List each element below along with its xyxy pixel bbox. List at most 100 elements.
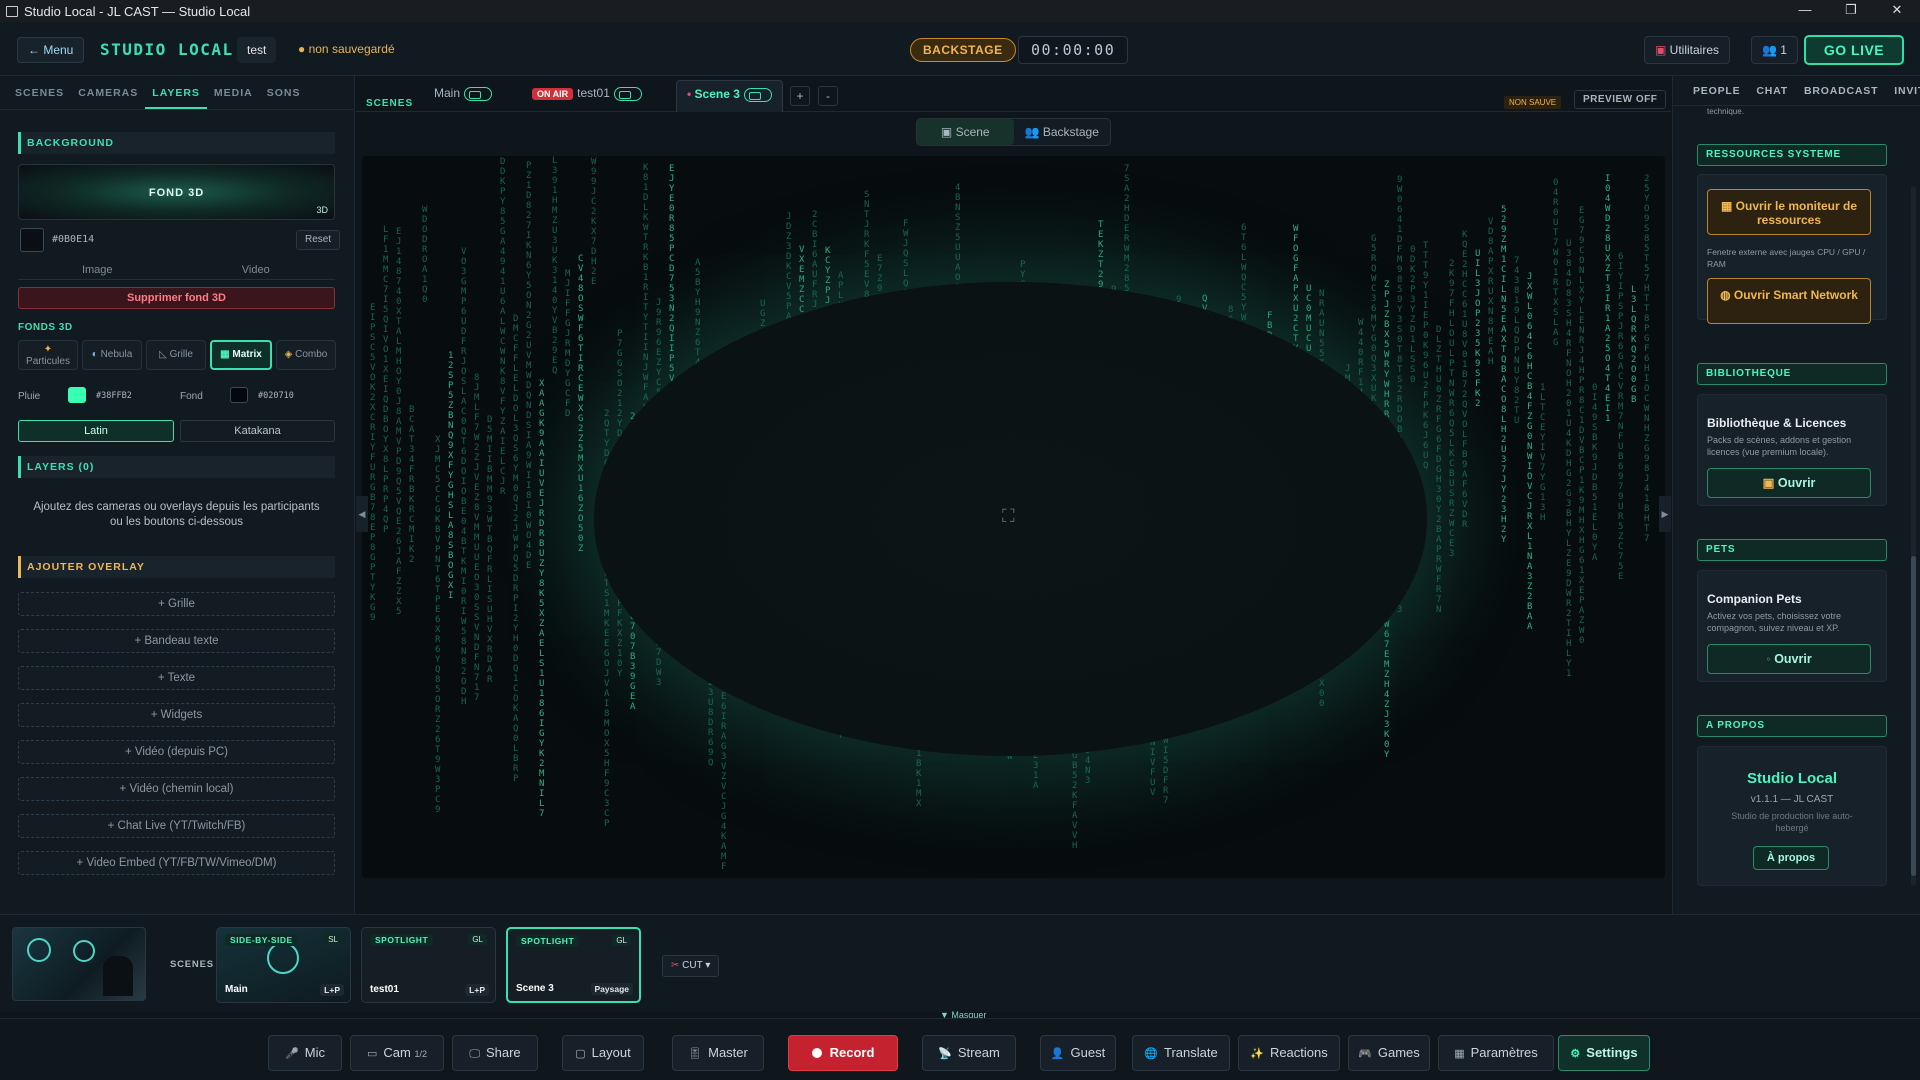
cam-button[interactable]: ▭ Cam 1/2	[350, 1035, 444, 1071]
participants-button[interactable]: 👥 1	[1751, 36, 1798, 64]
scene-view-button[interactable]: ▣ Scene	[917, 119, 1014, 145]
matrix-rain-column: KQE2HCC61U8V01B72QVOLFB9AF6VDR	[1462, 230, 1468, 530]
maximize-icon[interactable]: ❐	[1828, 0, 1874, 22]
background-color-swatch[interactable]	[20, 228, 44, 252]
reactions-button[interactable]: ✨ Reactions	[1238, 1035, 1340, 1071]
scene-preview-canvas[interactable]: 25YO9S85T57HTT8PGF6HIOCWNHZG98J41BHT7 L3L…	[362, 156, 1665, 878]
camera-thumbnail[interactable]	[12, 927, 146, 1001]
scene-thumb-scene3[interactable]: SPOTLIGHT GL Scene 3 Paysage	[506, 927, 641, 1003]
matrix-rain-column: LF1MMC7I5QIVO1XEIQDBOYX8LPRP4QP	[383, 225, 389, 535]
matrix-rain-column: 25YO9S85T57HTT8PGF6HIOCWNHZG98J41BHT7	[1644, 174, 1650, 544]
scene-tab-main[interactable]: Main	[434, 86, 493, 101]
stream-button[interactable]: 📡 Stream	[922, 1035, 1016, 1071]
right-scrollbar-thumb[interactable]	[1911, 556, 1916, 876]
transition-select[interactable]: ✂ CUT ▾	[662, 955, 720, 977]
tab-invit[interactable]: INVIT	[1886, 76, 1920, 105]
remove-scene-button[interactable]: -	[818, 86, 838, 106]
scene-tab-scene3[interactable]: • Scene 3	[676, 80, 783, 112]
go-live-button[interactable]: GO LIVE	[1804, 35, 1904, 65]
tab-chat[interactable]: CHAT	[1748, 76, 1796, 105]
background-preview-label: FOND 3D	[148, 187, 205, 199]
scene-tab-test01[interactable]: ON AIR test01	[532, 86, 642, 101]
right-arrow-icon[interactable]: ▶	[1659, 496, 1671, 532]
pets-open-button[interactable]: ◦ Ouvrir	[1707, 644, 1871, 674]
open-smart-network-button[interactable]: ◍ Ouvrir Smart Network	[1707, 278, 1871, 324]
add-bandeau-button[interactable]: + Bandeau texte	[18, 629, 335, 653]
scene-thumb-test01[interactable]: SPOTLIGHT GL test01 L+P	[361, 927, 496, 1003]
video-source-tab[interactable]: Video	[176, 260, 335, 280]
scene-thumb-main[interactable]: SIDE-BY-SIDE SL Main L+P	[216, 927, 351, 1003]
globe-icon: ◍	[1720, 288, 1734, 302]
add-video-pc-button[interactable]: + Vidéo (depuis PC)	[18, 740, 335, 764]
matrix-rain-column: DMCFFLELDOL3QS6YM0QJ2JWPQ5DRPI2YH0DQ1COK…	[513, 314, 519, 784]
scene-view-label: Scene	[955, 125, 990, 139]
record-button[interactable]: Record	[788, 1035, 898, 1071]
tab-layers[interactable]: LAYERS	[145, 76, 207, 109]
add-scene-button[interactable]: +	[790, 86, 810, 106]
add-widgets-button[interactable]: + Widgets	[18, 703, 335, 727]
fond-color-swatch[interactable]	[230, 387, 248, 403]
record-label: Record	[829, 1045, 875, 1060]
participants-count: 1	[1780, 43, 1787, 57]
backstage-view-button[interactable]: 👥 Backstage	[1014, 119, 1111, 145]
add-video-local-button[interactable]: + Vidéo (chemin local)	[18, 777, 335, 801]
add-chat-live-button[interactable]: + Chat Live (YT/Twitch/FB)	[18, 814, 335, 838]
matrix-rain-column: VD8APXRUXN8MEAH	[1488, 217, 1494, 367]
minimize-icon[interactable]: —	[1782, 0, 1828, 22]
add-texte-button[interactable]: + Texte	[18, 666, 335, 690]
fond-combo-button[interactable]: ◈ Combo	[276, 340, 336, 370]
settings-button[interactable]: ⚙ Settings	[1558, 1035, 1650, 1071]
guest-button[interactable]: 👤 Guest	[1040, 1035, 1116, 1071]
tab-media[interactable]: MEDIA	[207, 76, 260, 109]
rain-color-swatch[interactable]	[68, 387, 86, 403]
reset-button[interactable]: Reset	[296, 230, 341, 250]
utilities-button[interactable]: ▣ Utilitaires	[1644, 36, 1731, 64]
tab-sons[interactable]: SONS	[260, 76, 308, 109]
preview-off-button[interactable]: PREVIEW OFF	[1574, 90, 1667, 109]
parametres-button[interactable]: ▦ Paramètres	[1438, 1035, 1554, 1071]
close-icon[interactable]: ✕	[1874, 0, 1920, 22]
matrix-rain-column: 6IYIPSPJR6GACVRM7NFUB6979UR5ZC75E	[1618, 252, 1624, 582]
backstage-badge[interactable]: BACKSTAGE	[910, 38, 1016, 62]
background-source-toggle: Image Video	[18, 260, 335, 280]
mic-button[interactable]: 🎤 Mic	[268, 1035, 342, 1071]
add-video-embed-button[interactable]: + Video Embed (YT/FB/TW/Vimeo/DM)	[18, 851, 335, 875]
master-button[interactable]: 🎚 Master	[672, 1035, 764, 1071]
fond-grille-button[interactable]: ◺ Grille	[146, 340, 206, 370]
fond-particules-button[interactable]: ✦ Particules	[18, 340, 78, 370]
menu-button[interactable]: ← Menu	[17, 37, 85, 63]
latin-button[interactable]: Latin	[18, 420, 174, 442]
matrix-rain-column: 0DK2P3YZD1LSS0	[1410, 245, 1416, 385]
center-stage: SCENES Main ON AIR test01 • Scene 3 + - N…	[356, 76, 1671, 914]
tab-cameras[interactable]: CAMERAS	[71, 76, 145, 109]
share-label: Share	[485, 1045, 521, 1060]
fond-nebula-button[interactable]: ◐ Nebula	[82, 340, 142, 370]
about-button[interactable]: À propos	[1753, 846, 1829, 870]
sparkle-icon: ✦	[43, 344, 53, 355]
matrix-rain-column: DDKPY85GA4941U6ALWCWNK8VFYZAIELCJR	[500, 157, 506, 497]
project-name[interactable]: test	[237, 37, 277, 63]
image-source-tab[interactable]: Image	[18, 260, 177, 280]
games-button[interactable]: 🎮 Games	[1348, 1035, 1430, 1071]
tab-broadcast[interactable]: BROADCAST	[1796, 76, 1886, 105]
app-icon	[6, 5, 18, 17]
translate-button[interactable]: 🌐 Translate	[1132, 1035, 1230, 1071]
background-preview[interactable]: FOND 3D 3D	[18, 164, 335, 220]
camera-toggle-icon[interactable]	[613, 86, 642, 101]
camera-toggle-icon[interactable]	[464, 86, 493, 101]
fond-color-label: Fond	[180, 391, 203, 402]
pets-description: Activez vos pets, choisissez votre compa…	[1707, 611, 1842, 633]
open-monitor-button[interactable]: ▦ Ouvrir le moniteur de ressources	[1707, 189, 1871, 235]
tab-scenes[interactable]: SCENES	[8, 76, 71, 109]
tab-people[interactable]: PEOPLE	[1685, 76, 1748, 105]
add-grille-button[interactable]: + Grille	[18, 592, 335, 616]
fond-matrix-button[interactable]: ▦ Matrix	[210, 340, 272, 370]
delete-3d-background-button[interactable]: Supprimer fond 3D	[18, 287, 335, 309]
library-open-button[interactable]: ▣ Ouvrir	[1707, 468, 1871, 498]
about-title: Studio Local	[1747, 770, 1837, 787]
layout-button[interactable]: ▢ Layout	[562, 1035, 644, 1071]
share-button[interactable]: 🖵 Share	[452, 1035, 538, 1071]
left-arrow-icon[interactable]: ◀	[356, 496, 368, 532]
katakana-button[interactable]: Katakana	[180, 420, 335, 442]
camera-toggle-icon[interactable]	[743, 87, 772, 102]
